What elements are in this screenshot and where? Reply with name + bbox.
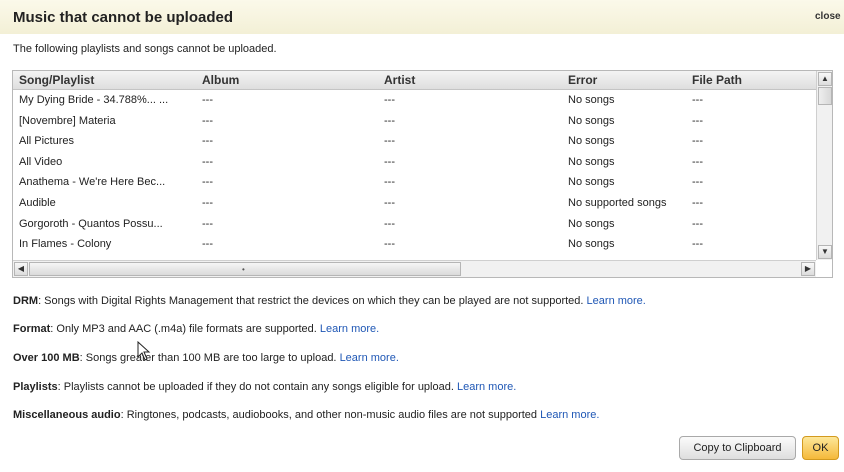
table-header: Song/Playlist Album Artist Error File Pa… <box>13 71 816 90</box>
info-over-100mb: Over 100 MB: Songs greater than 100 MB a… <box>13 352 399 364</box>
learn-more-over-100mb-link[interactable]: Learn more. <box>340 352 399 364</box>
close-link[interactable]: close <box>815 11 841 22</box>
cell-artist: --- <box>384 196 395 209</box>
info-text-playlists: : Playlists cannot be uploaded if they d… <box>57 381 454 393</box>
cell-album: --- <box>202 114 213 127</box>
scroll-grip-icon: • <box>242 265 245 274</box>
cell-album: --- <box>202 238 213 251</box>
cell-song-playlist: All Pictures <box>19 135 75 148</box>
cell-file-path: --- <box>692 217 703 230</box>
column-header-artist[interactable]: Artist <box>384 73 560 87</box>
cell-error: No songs <box>568 94 615 106</box>
cell-error: No songs <box>568 135 615 148</box>
info-text-format: : Only MP3 and AAC (.m4a) file formats a… <box>50 323 317 335</box>
cell-file-path: --- <box>692 135 703 148</box>
info-term-playlists: Playlists <box>13 381 58 393</box>
info-misc-audio: Miscellaneous audio: Ringtones, podcasts… <box>13 409 599 421</box>
info-term-over-100mb: Over 100 MB <box>13 352 80 364</box>
cell-error: No songs <box>568 155 615 168</box>
info-drm: DRM: Songs with Digital Rights Managemen… <box>13 295 646 307</box>
error-table: Song/Playlist Album Artist Error File Pa… <box>12 70 833 278</box>
cell-artist: --- <box>384 135 395 148</box>
cell-error: No songs <box>568 176 615 189</box>
scroll-right-icon[interactable]: ▶ <box>801 262 815 276</box>
column-header-album[interactable]: Album <box>202 73 378 87</box>
horizontal-scrollbar[interactable]: ◀ • ▶ <box>13 260 816 277</box>
vertical-scrollbar[interactable]: ▲ ▼ <box>816 71 832 260</box>
dialog-title: Music that cannot be uploaded <box>13 9 234 26</box>
cell-album: --- <box>202 94 213 106</box>
learn-more-playlists-link[interactable]: Learn more. <box>457 381 516 393</box>
learn-more-format-link[interactable]: Learn more. <box>320 323 379 335</box>
cell-file-path: --- <box>692 176 703 189</box>
cell-error: No songs <box>568 238 615 251</box>
cell-artist: --- <box>384 238 395 251</box>
mouse-pointer-icon <box>137 341 151 361</box>
cell-error: No supported songs <box>568 196 667 209</box>
cell-song-playlist: In Flames - Colony <box>19 238 112 251</box>
cell-song-playlist: My Dying Bride - 34.788%... ... <box>19 94 169 106</box>
cell-artist: --- <box>384 114 395 127</box>
column-header-song-playlist[interactable]: Song/Playlist <box>19 73 199 87</box>
upload-error-dialog: Music that cannot be uploaded close The … <box>0 0 844 472</box>
scroll-up-icon[interactable]: ▲ <box>818 72 832 86</box>
table-row[interactable]: [Novembre] Materia --- --- No songs --- <box>13 111 816 132</box>
cell-artist: --- <box>384 155 395 168</box>
info-term-misc-audio: Miscellaneous audio <box>13 409 121 421</box>
cell-album: --- <box>202 155 213 168</box>
table-body: My Dying Bride - 34.788%... ... --- --- … <box>13 90 816 260</box>
cell-album: --- <box>202 135 213 148</box>
info-text-over-100mb: : Songs greater than 100 MB are too larg… <box>79 352 337 364</box>
info-text-drm: : Songs with Digital Rights Management t… <box>38 295 584 307</box>
learn-more-misc-audio-link[interactable]: Learn more. <box>540 409 599 421</box>
intro-text: The following playlists and songs cannot… <box>13 43 277 55</box>
table-row[interactable]: All Pictures --- --- No songs --- <box>13 131 816 152</box>
table-row[interactable]: My Dying Bride - 34.788%... ... --- --- … <box>13 90 816 111</box>
cell-file-path: --- <box>692 94 703 106</box>
cell-file-path: --- <box>692 155 703 168</box>
cell-error: No songs <box>568 217 615 230</box>
info-playlists: Playlists: Playlists cannot be uploaded … <box>13 381 516 393</box>
column-header-file-path[interactable]: File Path <box>692 73 802 87</box>
scroll-down-icon[interactable]: ▼ <box>818 245 832 259</box>
cell-artist: --- <box>384 176 395 189</box>
cell-song-playlist: Audible <box>19 196 56 209</box>
cell-file-path: --- <box>692 196 703 209</box>
horizontal-scroll-thumb[interactable]: • <box>29 262 461 276</box>
table-row[interactable]: Gorgoroth - Quantos Possu... --- --- No … <box>13 214 816 235</box>
cell-file-path: --- <box>692 238 703 251</box>
info-text-misc-audio: : Ringtones, podcasts, audiobooks, and o… <box>120 409 538 421</box>
copy-to-clipboard-button[interactable]: Copy to Clipboard <box>679 436 796 460</box>
cell-album: --- <box>202 176 213 189</box>
table-row[interactable]: In Flames - Colony --- --- No songs --- <box>13 234 816 255</box>
cell-artist: --- <box>384 217 395 230</box>
table-row[interactable]: Audible --- --- No supported songs --- <box>13 193 816 214</box>
cell-artist: --- <box>384 94 395 106</box>
cell-album: --- <box>202 196 213 209</box>
cell-file-path: --- <box>692 114 703 127</box>
learn-more-drm-link[interactable]: Learn more. <box>587 295 646 307</box>
cell-song-playlist: Anathema - We're Here Bec... <box>19 176 166 189</box>
vertical-scroll-thumb[interactable] <box>818 87 832 105</box>
ok-button[interactable]: OK <box>802 436 839 460</box>
cell-song-playlist: Gorgoroth - Quantos Possu... <box>19 217 163 230</box>
cell-song-playlist: [Novembre] Materia <box>19 114 116 127</box>
info-term-drm: DRM <box>13 295 39 307</box>
table-row[interactable]: All Video --- --- No songs --- <box>13 152 816 173</box>
column-header-error[interactable]: Error <box>568 73 688 87</box>
info-format: Format: Only MP3 and AAC (.m4a) file for… <box>13 323 379 335</box>
scroll-left-icon[interactable]: ◀ <box>14 262 28 276</box>
cell-song-playlist: All Video <box>19 155 63 168</box>
info-term-format: Format <box>13 323 51 335</box>
title-bar: Music that cannot be uploaded close <box>0 0 844 34</box>
cell-album: --- <box>202 217 213 230</box>
cell-error: No songs <box>568 114 615 127</box>
table-row[interactable]: Anathema - We're Here Bec... --- --- No … <box>13 172 816 193</box>
